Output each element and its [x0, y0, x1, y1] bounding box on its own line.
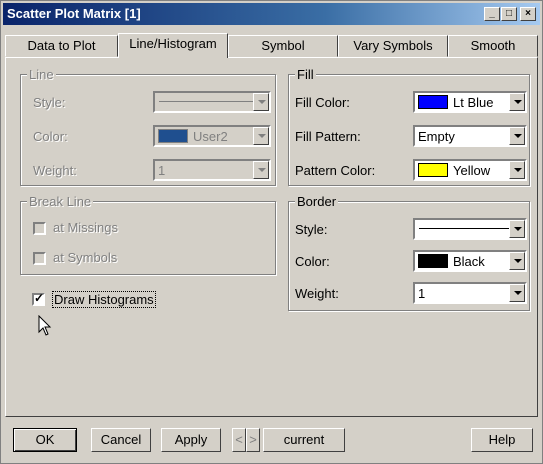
break-line-group: Break Line at Missings at Symbols	[20, 194, 276, 275]
border-weight-value: 1	[418, 286, 426, 301]
border-weight-label: Weight:	[295, 286, 339, 301]
checkmark-icon: ✓	[34, 291, 45, 305]
chevron-down-icon[interactable]	[253, 161, 269, 179]
tab-data-to-plot[interactable]: Data to Plot	[5, 35, 118, 57]
line-color-value: User2	[193, 129, 228, 144]
line-weight-value: 1	[158, 163, 166, 178]
chevron-down-icon[interactable]	[509, 220, 525, 238]
fill-group: Fill Fill Color: Lt Blue Fill Pattern: E…	[288, 67, 530, 186]
tab-panel: Line Style: Color: User2 Weight: 1 Break…	[5, 57, 538, 417]
border-color-select[interactable]: Black	[413, 250, 527, 272]
window-title: Scatter Plot Matrix [1]	[7, 6, 141, 21]
border-color-label: Color:	[295, 254, 330, 269]
fill-pattern-value: Empty	[418, 129, 455, 144]
line-color-label: Color:	[33, 129, 68, 144]
tab-strip: Data to Plot Line/Histogram Symbol Vary …	[5, 33, 538, 58]
tab-smooth[interactable]: Smooth	[448, 35, 538, 57]
draw-histograms-label[interactable]: Draw Histograms	[52, 291, 156, 308]
symbols-checkbox[interactable]	[33, 252, 46, 265]
minimize-icon[interactable]: _	[484, 7, 500, 21]
line-style-sample	[159, 101, 253, 102]
pattern-color-swatch	[418, 163, 448, 177]
pattern-color-value: Yellow	[453, 163, 491, 178]
pattern-color-select[interactable]: Yellow	[413, 159, 527, 181]
line-style-select[interactable]	[153, 91, 271, 113]
ok-button[interactable]: OK	[13, 428, 77, 452]
fill-pattern-label: Fill Pattern:	[295, 129, 361, 144]
close-icon[interactable]: ×	[520, 7, 536, 21]
fill-color-label: Fill Color:	[295, 95, 350, 110]
line-group: Line Style: Color: User2 Weight: 1	[20, 67, 276, 186]
border-weight-select[interactable]: 1	[413, 282, 527, 304]
fill-color-value: Lt Blue	[453, 95, 494, 110]
mouse-cursor-icon	[38, 315, 52, 336]
line-weight-label: Weight:	[33, 163, 77, 178]
fill-color-select[interactable]: Lt Blue	[413, 91, 527, 113]
title-bar[interactable]: Scatter Plot Matrix [1] _ □ ×	[3, 3, 540, 25]
pattern-color-label: Pattern Color:	[295, 163, 376, 178]
current-button[interactable]: current	[263, 428, 345, 452]
next-button[interactable]: >	[246, 428, 260, 452]
tab-line-histogram[interactable]: Line/Histogram	[118, 33, 228, 58]
line-style-label: Style:	[33, 95, 66, 110]
apply-button[interactable]: Apply	[161, 428, 221, 452]
fill-pattern-select[interactable]: Empty	[413, 125, 527, 147]
missings-label: at Missings	[53, 220, 119, 235]
border-color-value: Black	[453, 254, 485, 269]
missings-checkbox[interactable]	[33, 222, 46, 235]
chevron-down-icon[interactable]	[509, 127, 525, 145]
maximize-icon[interactable]: □	[501, 7, 517, 21]
chevron-down-icon[interactable]	[509, 284, 525, 302]
break-line-legend: Break Line	[27, 194, 94, 209]
chevron-down-icon[interactable]	[253, 93, 269, 111]
chevron-down-icon[interactable]	[509, 93, 525, 111]
border-style-select[interactable]	[413, 218, 527, 240]
line-color-swatch	[158, 129, 188, 143]
tab-vary-symbols[interactable]: Vary Symbols	[338, 35, 448, 57]
draw-histograms-checkbox[interactable]: ✓	[32, 291, 45, 306]
help-button[interactable]: Help	[471, 428, 533, 452]
prev-button[interactable]: <	[232, 428, 246, 452]
border-color-swatch	[418, 254, 448, 268]
tab-symbol[interactable]: Symbol	[228, 35, 338, 57]
line-color-select[interactable]: User2	[153, 125, 271, 147]
line-group-legend: Line	[27, 67, 56, 82]
dialog-window: Scatter Plot Matrix [1] _ □ × Data to Pl…	[0, 0, 543, 464]
border-style-sample	[419, 228, 509, 229]
fill-group-legend: Fill	[295, 67, 316, 82]
chevron-down-icon[interactable]	[509, 252, 525, 270]
chevron-down-icon[interactable]	[253, 127, 269, 145]
cancel-button[interactable]: Cancel	[91, 428, 151, 452]
border-style-label: Style:	[295, 222, 328, 237]
symbols-label: at Symbols	[53, 250, 118, 265]
border-group-legend: Border	[295, 194, 339, 209]
fill-color-swatch	[418, 95, 448, 109]
border-group: Border Style: Color: Black Weight: 1	[288, 194, 530, 311]
chevron-down-icon[interactable]	[509, 161, 525, 179]
line-weight-select[interactable]: 1	[153, 159, 271, 181]
